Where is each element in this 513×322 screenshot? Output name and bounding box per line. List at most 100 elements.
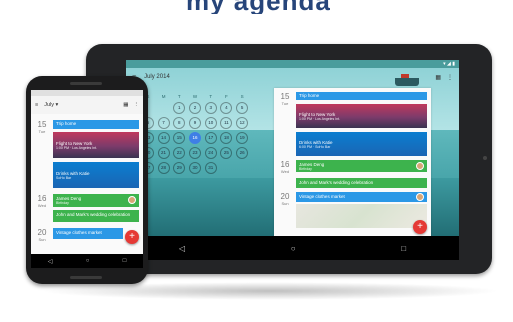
day-number: 16	[280, 160, 290, 169]
event-subtitle: Birthday	[299, 167, 312, 171]
agenda-date: 20 Sun	[278, 192, 292, 206]
event-vintage-market[interactable]: Vintage clothes market	[53, 228, 123, 239]
calendar-day[interactable]: 25	[220, 147, 233, 159]
calendar-empty-cell	[236, 162, 248, 174]
day-number: 15	[37, 120, 47, 129]
day-grid: 1234567891011121314151617181920212223242…	[140, 102, 250, 174]
menu-icon[interactable]: ≡	[35, 102, 38, 108]
calendar-day[interactable]: 28	[157, 162, 170, 174]
day-name: Tue	[281, 101, 289, 106]
calendar-day[interactable]: 17	[204, 132, 217, 144]
recents-icon[interactable]: □	[401, 244, 406, 253]
event-wedding-celebration[interactable]: John and Mark's wedding celebration	[296, 178, 427, 188]
map-preview[interactable]	[296, 204, 427, 228]
calendar-day[interactable]: 15	[173, 132, 186, 144]
home-icon[interactable]: ○	[291, 244, 296, 253]
calendar-day[interactable]: 30	[188, 162, 201, 174]
weekday-label: M	[161, 94, 166, 99]
overflow-icon[interactable]: ⋮	[134, 102, 140, 108]
calendar-day[interactable]: 2	[188, 102, 201, 114]
calendar-day[interactable]: 10	[204, 117, 217, 129]
tablet-status-bar: ▾ ◢ ▮	[126, 60, 459, 68]
month-title[interactable]: July 2014	[144, 74, 429, 80]
calendar-day[interactable]: 3	[204, 102, 217, 114]
calendar-empty-cell	[158, 102, 170, 114]
calendar-day[interactable]: 11	[220, 117, 233, 129]
event-title: John and Mark's wedding celebration	[299, 180, 374, 185]
add-event-button[interactable]: +	[125, 230, 139, 244]
calendar-empty-cell	[220, 162, 232, 174]
device-shadow	[40, 282, 500, 300]
calendar-day[interactable]: 26	[236, 147, 249, 159]
calendar-day[interactable]: 24	[204, 147, 217, 159]
event-trip-home[interactable]: Trip home	[296, 92, 427, 100]
calendar-day[interactable]: 16	[188, 132, 201, 144]
weekday-label: T	[209, 94, 213, 99]
month-calendar: S M T W T F S 12345678910111213141516171…	[140, 94, 250, 174]
phone-screen: ≡ July ▾ ▦ ⋮ 15 Tue Trip home Flight to …	[31, 90, 143, 268]
calendar-day[interactable]: 31	[204, 162, 217, 174]
calendar-day[interactable]: 23	[188, 147, 201, 159]
home-icon[interactable]: ○	[86, 258, 90, 264]
agenda-date: 15 Tue	[278, 92, 292, 106]
avatar	[416, 193, 424, 201]
avatar	[416, 162, 424, 170]
event-subtitle: SoHo Bar	[56, 176, 72, 180]
calendar-day[interactable]: 29	[173, 162, 186, 174]
recents-icon[interactable]: □	[123, 258, 127, 264]
weekday-label: W	[192, 94, 198, 99]
phone-speaker	[70, 276, 102, 279]
calendar-day[interactable]: 21	[157, 147, 170, 159]
calendar-day[interactable]: 8	[173, 117, 186, 129]
phone-app-header: ≡ July ▾ ▦ ⋮	[31, 96, 143, 114]
phone-nav-bar: ◁ ○ □	[31, 254, 143, 268]
day-number: 16	[37, 194, 47, 203]
calendar-day[interactable]: 22	[173, 147, 186, 159]
back-icon[interactable]: ◁	[179, 244, 185, 253]
avatar	[128, 196, 136, 204]
calendar-day[interactable]: 4	[220, 102, 233, 114]
day-number: 15	[280, 92, 290, 101]
calendar-icon[interactable]: ▦	[123, 102, 128, 108]
agenda-date: 15 Tue	[35, 120, 49, 134]
event-drinks-katie[interactable]: Drinks with Katie 6:00 PM · SoHo Bar	[296, 132, 427, 156]
event-wedding-celebration[interactable]: John and Mark's wedding celebration	[53, 210, 139, 222]
event-title: Trip home	[299, 93, 320, 98]
weekday-label: T	[177, 94, 181, 99]
event-flight-new-york[interactable]: Flight to New York 1:00 PM · Los Angeles…	[296, 104, 427, 128]
day-name: Tue	[38, 129, 46, 134]
day-name: Wed	[37, 203, 47, 208]
event-title: Vintage clothes market	[56, 230, 102, 235]
event-james-deng[interactable]: James Deng Birthday	[296, 160, 427, 172]
tablet-agenda-panel: 15 Tue Trip home Flight to New York 1:00…	[274, 88, 431, 260]
calendar-day[interactable]: 5	[236, 102, 249, 114]
calendar-day[interactable]: 14	[157, 132, 170, 144]
banner-fragment: my agenda	[0, 0, 513, 14]
event-vintage-market[interactable]: Vintage clothes market	[296, 192, 427, 202]
calendar-day[interactable]: 9	[188, 117, 201, 129]
month-selector[interactable]: July ▾	[44, 102, 123, 108]
calendar-day[interactable]: 18	[220, 132, 233, 144]
add-event-button[interactable]: +	[413, 220, 427, 234]
day-number: 20	[37, 228, 47, 237]
event-flight-new-york[interactable]: Flight to New York 1:00 PM · Los Angeles…	[53, 132, 139, 158]
calendar-day[interactable]: 7	[157, 117, 170, 129]
calendar-day[interactable]: 12	[236, 117, 249, 129]
tablet-screen: ▾ ◢ ▮ ≡ July 2014 ▦ ⋮ S M T W T F S	[126, 60, 459, 260]
back-icon[interactable]: ◁	[48, 258, 53, 265]
tablet-app-header: ≡ July 2014 ▦ ⋮	[126, 68, 459, 86]
phone-speaker	[70, 82, 102, 85]
event-subtitle: 1:00 PM · Los Angeles Int.	[56, 146, 98, 150]
weekday-label: F	[225, 94, 228, 99]
overflow-icon[interactable]: ⋮	[447, 74, 453, 81]
tablet-camera	[483, 156, 487, 160]
calendar-day[interactable]: 19	[236, 132, 249, 144]
event-drinks-katie[interactable]: Drinks with Katie SoHo Bar	[53, 162, 139, 188]
agenda-date: 16 Wed	[278, 160, 292, 174]
calendar-day[interactable]: 1	[173, 102, 186, 114]
calendar-icon[interactable]: ▦	[435, 74, 441, 81]
event-trip-home[interactable]: Trip home	[53, 120, 139, 129]
event-james-deng[interactable]: James Deng Birthday	[53, 194, 139, 207]
event-subtitle: Birthday	[56, 201, 69, 205]
event-title: Trip home	[56, 121, 77, 126]
